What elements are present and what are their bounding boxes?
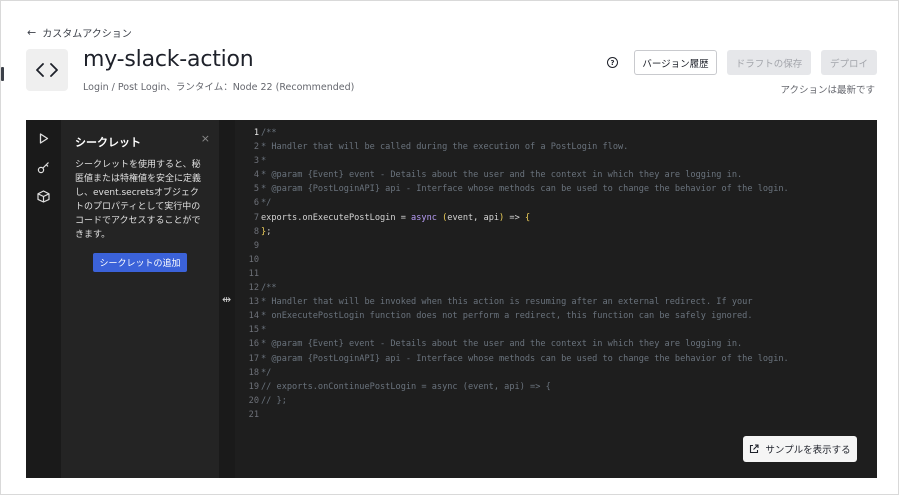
line-number: 13 bbox=[248, 297, 259, 308]
code-line[interactable]: // exports.onContinuePostLogin = async (… bbox=[261, 380, 789, 394]
code-token: /** bbox=[261, 283, 277, 294]
code-icon bbox=[26, 49, 68, 91]
back-link[interactable]: ← カスタムアクション bbox=[27, 25, 132, 40]
code-line[interactable]: /** bbox=[261, 126, 789, 140]
code-line[interactable] bbox=[261, 253, 789, 267]
line-number: 5 bbox=[253, 184, 259, 195]
line-number: 14 bbox=[248, 311, 259, 322]
code-token: * Handler that will be called during the… bbox=[261, 142, 629, 153]
line-number: 7 bbox=[253, 212, 259, 223]
show-sample-label: サンプルを表示する bbox=[765, 445, 851, 456]
version-history-button[interactable]: バージョン履歴 bbox=[634, 50, 717, 75]
secrets-description: シークレットを使用すると、秘匿値または特権値を安全に定義し、event.secr… bbox=[75, 160, 202, 240]
line-number: 17 bbox=[248, 353, 259, 364]
page-title: my-slack-action bbox=[83, 47, 254, 72]
code-token: * bbox=[261, 325, 267, 336]
save-draft-button[interactable]: ドラフトの保存 bbox=[727, 50, 811, 75]
line-number: 3 bbox=[253, 156, 259, 167]
code-token: * Handler that will be invoked when this… bbox=[261, 297, 753, 308]
code-token: { bbox=[524, 212, 531, 223]
line-number: 4 bbox=[253, 170, 259, 181]
back-link-label: カスタムアクション bbox=[42, 29, 132, 40]
line-number: 8 bbox=[253, 226, 259, 237]
line-number-gutter: 1 2 3 4 5 6 7 8 9 10 11 12 13 14 15 16 17 18 19 20 21 bbox=[235, 126, 259, 422]
help-icon[interactable]: ? bbox=[607, 57, 618, 68]
sidebar-rail bbox=[26, 120, 61, 478]
key-icon[interactable] bbox=[37, 161, 50, 174]
secrets-panel-title: シークレット bbox=[75, 136, 141, 149]
line-number: 11 bbox=[248, 268, 259, 279]
secrets-panel: シークレット × シークレットを使用すると、秘匿値または特権値を安全に定義し、e… bbox=[61, 120, 219, 478]
code-line[interactable]: * Handler that will be called during the… bbox=[261, 140, 789, 154]
code-line[interactable]: * onExecutePostLogin function does not p… bbox=[261, 309, 789, 323]
code-token: * @param {PostLoginAPI} api - Interface … bbox=[261, 184, 789, 195]
line-number: 2 bbox=[253, 142, 259, 153]
external-link-icon bbox=[750, 444, 759, 454]
line-number: 9 bbox=[253, 240, 259, 251]
line-number: 15 bbox=[248, 325, 259, 336]
code-token: => bbox=[504, 212, 525, 223]
line-number: 21 bbox=[248, 409, 259, 420]
show-sample-button[interactable]: サンプルを表示する bbox=[743, 436, 857, 462]
code-line[interactable] bbox=[261, 408, 789, 422]
add-secret-button[interactable]: シークレットの追加 bbox=[93, 253, 187, 272]
arrow-left-icon: ← bbox=[27, 26, 37, 39]
app-window: ← カスタムアクション my-slack-action Login / Post… bbox=[0, 0, 899, 495]
code-line[interactable]: * @param {Event} event - Details about t… bbox=[261, 337, 789, 351]
code-token: * onExecutePostLogin function does not p… bbox=[261, 311, 753, 322]
line-number: 19 bbox=[248, 381, 259, 392]
code-view[interactable]: 1 2 3 4 5 6 7 8 9 10 11 12 13 14 15 16 17 18 19 20 21 /** * H… bbox=[235, 120, 877, 478]
code-token: exports.onExecutePostLogin = bbox=[261, 212, 412, 223]
code-line[interactable]: */ bbox=[261, 196, 789, 210]
code-token: * @param {Event} event - Details about t… bbox=[261, 170, 743, 181]
code-token: ; bbox=[266, 226, 272, 237]
code-token: /** bbox=[261, 128, 277, 138]
code-token: */ bbox=[261, 198, 272, 209]
package-icon[interactable] bbox=[37, 190, 50, 203]
line-number: 16 bbox=[248, 339, 259, 350]
deploy-button[interactable]: デプロイ bbox=[821, 50, 877, 75]
code-line[interactable]: exports.onExecutePostLogin = async (even… bbox=[261, 211, 789, 225]
code-token: * @param {Event} event - Details about t… bbox=[261, 339, 743, 350]
close-icon[interactable]: × bbox=[201, 132, 210, 145]
code-lines[interactable]: /** * Handler that will be called during … bbox=[261, 126, 789, 422]
code-line[interactable]: * @param {Event} event - Details about t… bbox=[261, 168, 789, 182]
code-line[interactable] bbox=[261, 267, 789, 281]
code-line[interactable]: * @param {PostLoginAPI} api - Interface … bbox=[261, 352, 789, 366]
line-number: 1 bbox=[253, 128, 259, 138]
code-line[interactable]: // }; bbox=[261, 394, 789, 408]
code-line[interactable] bbox=[261, 239, 789, 253]
code-line[interactable]: * @param {PostLoginAPI} api - Interface … bbox=[261, 182, 789, 196]
play-icon[interactable] bbox=[37, 132, 50, 145]
code-token: async bbox=[411, 212, 437, 223]
code-line[interactable]: * bbox=[261, 154, 789, 168]
line-number: 18 bbox=[248, 367, 259, 378]
code-token: * bbox=[261, 156, 267, 167]
code-token: event, api bbox=[447, 212, 500, 223]
code-editor-area: シークレット × シークレットを使用すると、秘匿値または特権値を安全に定義し、e… bbox=[26, 120, 877, 478]
code-line[interactable]: */ bbox=[261, 366, 789, 380]
line-number: 10 bbox=[248, 254, 259, 265]
code-token: */ bbox=[261, 367, 272, 378]
status-text: アクションは最新です bbox=[780, 85, 875, 96]
code-line[interactable]: /** bbox=[261, 281, 789, 295]
scroll-edge-marker bbox=[1, 67, 4, 81]
code-token: // exports.onContinuePostLogin = async (… bbox=[261, 381, 551, 392]
line-number: 6 bbox=[253, 198, 259, 209]
page-subtitle: Login / Post Login、ランタイム：Node 22 (Recomm… bbox=[83, 82, 355, 93]
code-line[interactable]: * Handler that will be invoked when this… bbox=[261, 295, 789, 309]
code-token: // }; bbox=[261, 395, 287, 406]
code-line[interactable]: }; bbox=[261, 225, 789, 239]
code-line[interactable]: * bbox=[261, 323, 789, 337]
resize-arrows-icon[interactable]: ⇹ bbox=[222, 293, 231, 306]
line-number: 20 bbox=[248, 395, 259, 406]
line-number: 12 bbox=[248, 283, 259, 294]
code-token: * @param {PostLoginAPI} api - Interface … bbox=[261, 353, 789, 364]
